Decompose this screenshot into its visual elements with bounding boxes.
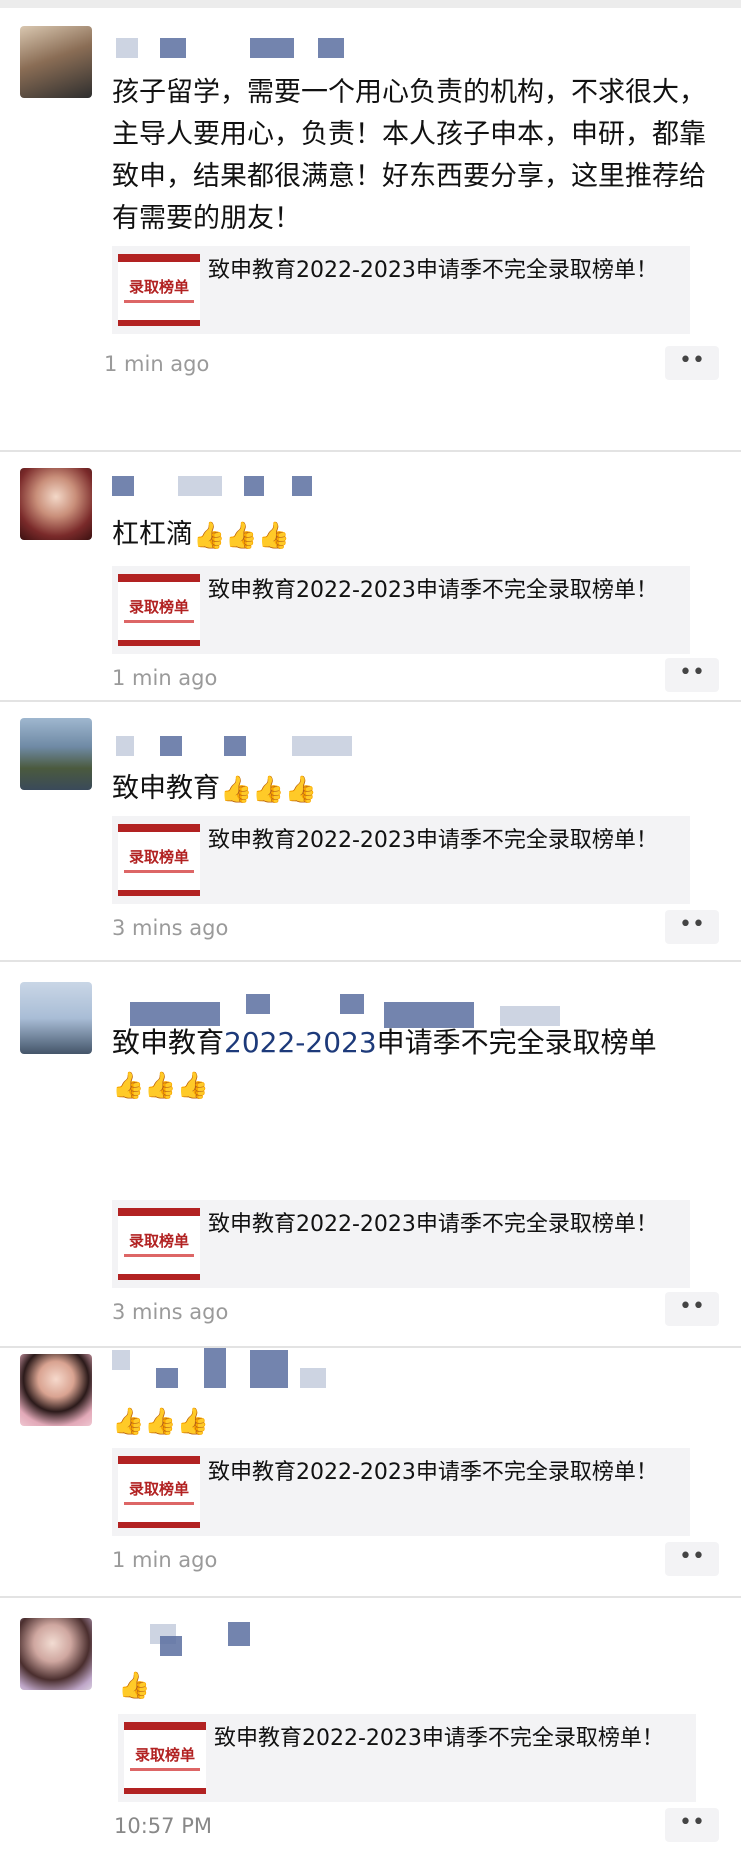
timestamp: 1 min ago — [104, 352, 210, 376]
card-text: 致申教育2022-2023申请季不完全录取榜单！ — [208, 258, 658, 283]
thumbs-up-icon: 👍👍👍 — [112, 1406, 210, 1437]
post-text-content: 杠杠滴 — [112, 519, 193, 550]
post-text-post: 申请季不完全录取榜单 — [376, 1026, 657, 1059]
card-text: 致申教育2022-2023申请季不完全录取榜单！ — [208, 578, 658, 603]
thumbs-up-icon: 👍👍👍 — [220, 774, 318, 805]
more-dots-icon[interactable]: •• — [665, 658, 719, 692]
more-dots-icon[interactable]: •• — [665, 346, 719, 380]
post-text: 杠杠滴👍👍👍 — [112, 514, 712, 556]
card-thumbnail: 录取榜单 — [118, 824, 200, 896]
timestamp: 1 min ago — [112, 1548, 218, 1572]
avatar[interactable] — [20, 982, 92, 1054]
card-text: 致申教育2022-2023申请季不完全录取榜单！ — [208, 1212, 658, 1237]
link-card[interactable]: 录取榜单 致申教育2022-2023申请季不完全录取榜单！ — [112, 1200, 690, 1288]
card-thumbnail: 录取榜单 — [118, 1456, 200, 1528]
comment-post: 👍 录取榜单 致申教育2022-2023申请季不完全录取榜单！ 10:57 PM… — [0, 1598, 741, 1862]
timestamp: 1 min ago — [112, 666, 218, 690]
thumbs-up-icon: 👍👍👍 — [193, 520, 291, 551]
thumb-title: 录取榜单 — [128, 1232, 189, 1250]
card-thumbnail: 录取榜单 — [118, 1208, 200, 1280]
card-thumbnail: 录取榜单 — [124, 1722, 206, 1794]
post-text: 致申教育2022-2023申请季不完全录取榜单 👍👍👍 — [112, 1022, 712, 1106]
post-text: 👍👍👍 — [112, 1400, 712, 1442]
timestamp: 3 mins ago — [112, 1300, 229, 1324]
comment-post: 致申教育2022-2023申请季不完全录取榜单 👍👍👍 录取榜单 致申教育202… — [0, 962, 741, 1348]
link-card[interactable]: 录取榜单 致申教育2022-2023申请季不完全录取榜单！ — [118, 1714, 696, 1802]
comment-post: 杠杠滴👍👍👍 录取榜单 致申教育2022-2023申请季不完全录取榜单！ 1 m… — [0, 452, 741, 702]
thumb-title: 录取榜单 — [128, 848, 189, 866]
link-card[interactable]: 录取榜单 致申教育2022-2023申请季不完全录取榜单！ — [112, 566, 690, 654]
avatar[interactable] — [20, 26, 92, 98]
thumbs-up-icon: 👍 — [118, 1670, 151, 1701]
link-card[interactable]: 录取榜单 致申教育2022-2023申请季不完全录取榜单！ — [112, 1448, 690, 1536]
username-redacted[interactable] — [112, 476, 532, 500]
post-text-accent: 2022-2023 — [224, 1026, 377, 1059]
comment-post: 👍👍👍 录取榜单 致申教育2022-2023申请季不完全录取榜单！ 1 min … — [0, 1348, 741, 1598]
username-redacted[interactable] — [112, 736, 532, 760]
post-text: 👍 — [118, 1664, 718, 1706]
card-thumbnail: 录取榜单 — [118, 574, 200, 646]
more-dots-icon[interactable]: •• — [665, 1542, 719, 1576]
timestamp: 3 mins ago — [112, 916, 229, 940]
thumbs-up-icon: 👍👍👍 — [112, 1071, 210, 1101]
thumb-title: 录取榜单 — [134, 1746, 195, 1764]
post-text-content: 致申教育 — [112, 773, 220, 804]
username-redacted[interactable] — [150, 1620, 570, 1656]
link-card[interactable]: 录取榜单 致申教育2022-2023申请季不完全录取榜单！ — [112, 816, 690, 904]
comment-post: 致申教育👍👍👍 录取榜单 致申教育2022-2023申请季不完全录取榜单！ 3 … — [0, 702, 741, 962]
timestamp: 10:57 PM — [114, 1814, 212, 1838]
more-dots-icon[interactable]: •• — [665, 910, 719, 944]
thumb-title: 录取榜单 — [128, 278, 189, 296]
avatar[interactable] — [20, 718, 92, 790]
username-redacted[interactable] — [112, 1346, 532, 1392]
card-text: 致申教育2022-2023申请季不完全录取榜单！ — [208, 1460, 658, 1485]
post-text: 孩子留学，需要一个用心负责的机构，不求很大，主导人要用心，负责！本人孩子申本，申… — [112, 77, 706, 234]
username-redacted[interactable] — [112, 38, 532, 62]
more-dots-icon[interactable]: •• — [665, 1808, 719, 1842]
card-text: 致申教育2022-2023申请季不完全录取榜单！ — [214, 1726, 664, 1751]
thumb-title: 录取榜单 — [128, 1480, 189, 1498]
thumb-title: 录取榜单 — [128, 598, 189, 616]
post-text: 致申教育👍👍👍 — [112, 768, 712, 810]
card-text: 致申教育2022-2023申请季不完全录取榜单！ — [208, 828, 658, 853]
avatar[interactable] — [20, 1618, 92, 1690]
avatar[interactable] — [20, 1354, 92, 1426]
post-text-pre: 致申教育 — [112, 1026, 225, 1059]
card-thumbnail: 录取榜单 — [118, 254, 200, 326]
top-divider — [0, 0, 741, 8]
more-dots-icon[interactable]: •• — [665, 1292, 719, 1326]
comment-post: 孩子留学，需要一个用心负责的机构，不求很大，主导人要用心，负责！本人孩子申本，申… — [0, 8, 741, 452]
avatar[interactable] — [20, 468, 92, 540]
link-card[interactable]: 录取榜单 致申教育2022-2023申请季不完全录取榜单！ — [112, 246, 690, 334]
